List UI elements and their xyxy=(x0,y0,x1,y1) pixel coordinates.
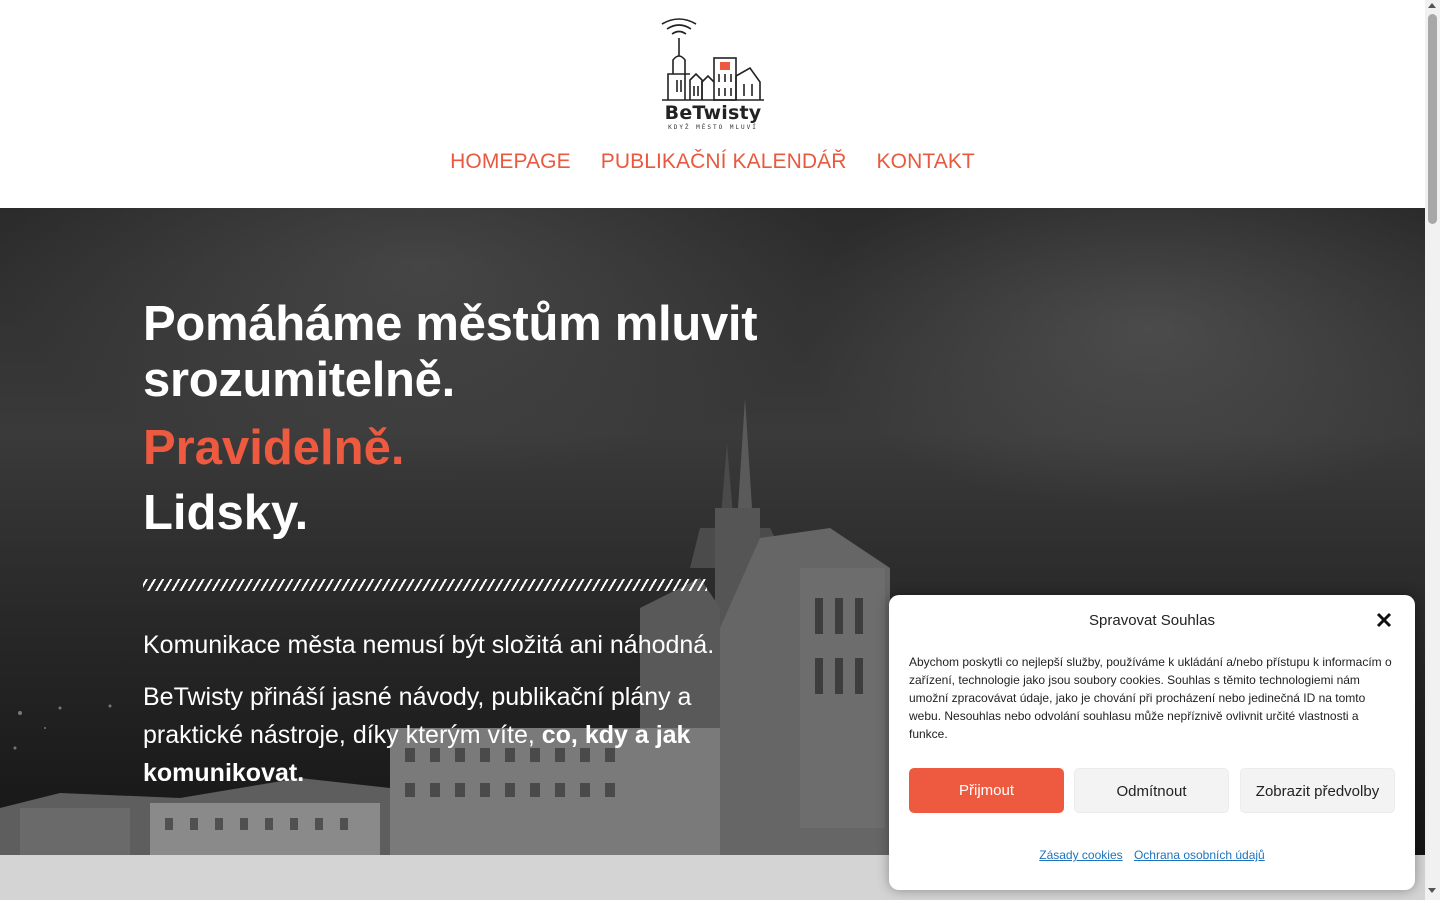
page-scrollbar[interactable] xyxy=(1425,0,1440,900)
logo-wordmark: BeTwisty xyxy=(664,102,762,124)
main-nav: HOMEPAGE PUBLIKAČNÍ KALENDÁŘ KONTAKT xyxy=(0,150,1425,174)
scrollbar-thumb[interactable] xyxy=(1428,14,1437,224)
site-logo[interactable]: BeTwisty KDYŽ MĚSTO MLUVÍ xyxy=(658,16,768,136)
hero-title: Pomáháme městům mluvit srozumitelně. xyxy=(143,297,758,407)
city-tower-logo-icon xyxy=(661,18,764,101)
hero-paragraph-2: BeTwisty přináší jasné návody, publikačn… xyxy=(143,678,723,792)
site-header: BeTwisty KDYŽ MĚSTO MLUVÍ HOMEPAGE PUBLI… xyxy=(0,0,1425,208)
nav-item-publication-calendar[interactable]: PUBLIKAČNÍ KALENDÁŘ xyxy=(601,150,847,174)
logo-tagline: KDYŽ MĚSTO MLUVÍ xyxy=(668,124,758,131)
consent-links: Zásady cookies Ochrana osobních údajů xyxy=(889,848,1415,862)
consent-text: Abychom poskytli co nejlepší služby, pou… xyxy=(909,655,1392,741)
hero-second-line: Lidsky. xyxy=(143,486,309,540)
accept-button[interactable]: Přijmout xyxy=(909,768,1064,813)
nav-item-contact[interactable]: KONTAKT xyxy=(877,150,975,174)
consent-title: Spravovat Souhlas xyxy=(1089,612,1215,629)
nav-item-homepage[interactable]: HOMEPAGE xyxy=(450,150,571,174)
privacy-policy-link[interactable]: Ochrana osobních údajů xyxy=(1134,848,1265,862)
scroll-up-arrow-icon[interactable] xyxy=(1428,3,1436,8)
hatched-divider xyxy=(143,579,707,591)
scroll-down-arrow-icon[interactable] xyxy=(1428,888,1436,893)
cookie-consent-dialog: Spravovat Souhlas Abychom poskytli co ne… xyxy=(889,595,1415,890)
view-preferences-button[interactable]: Zobrazit předvolby xyxy=(1240,768,1395,813)
deny-button[interactable]: Odmítnout xyxy=(1074,768,1229,813)
cookie-policy-link[interactable]: Zásady cookies xyxy=(1039,848,1122,862)
hero-accent-line: Pravidelně. xyxy=(143,421,405,475)
close-icon[interactable] xyxy=(1373,609,1395,631)
hero-paragraph-1: Komunikace města nemusí být složitá ani … xyxy=(143,631,715,659)
